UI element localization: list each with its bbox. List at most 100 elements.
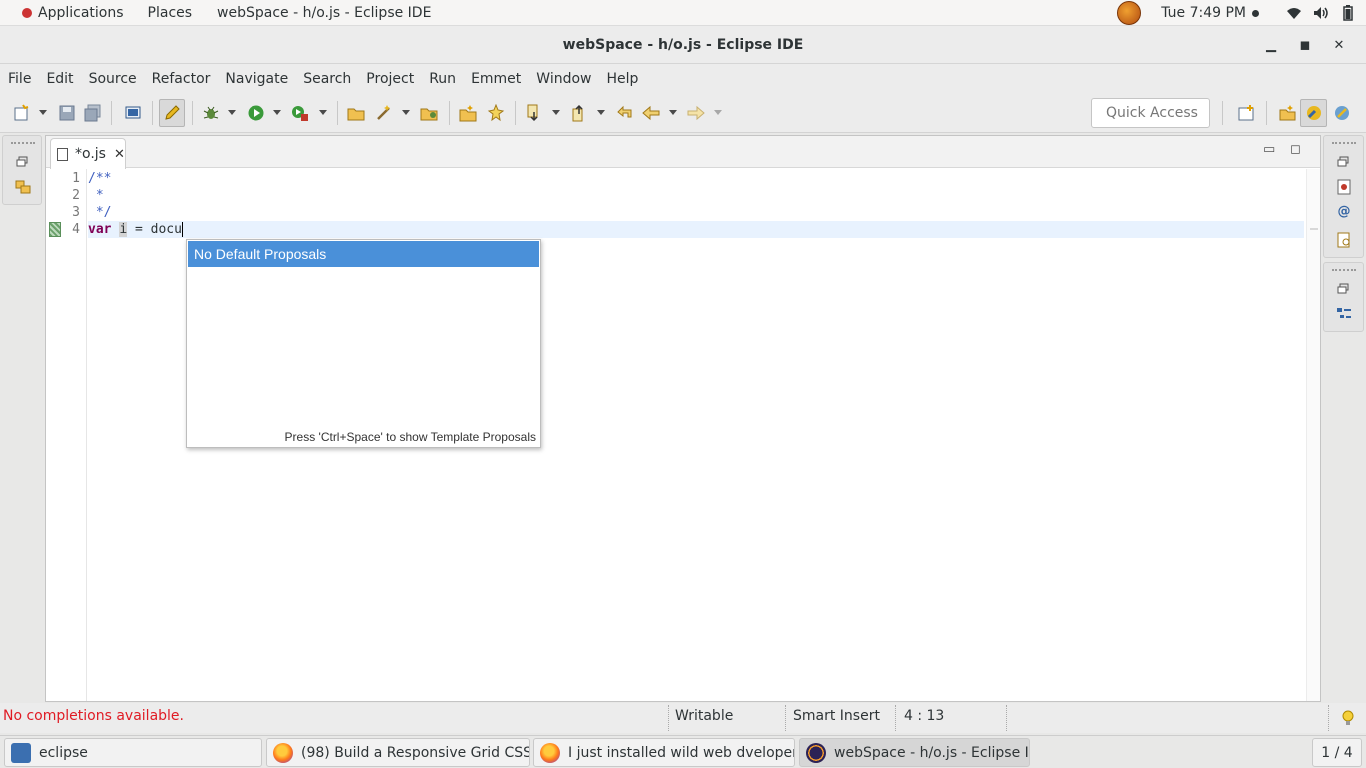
- menu-help[interactable]: Help: [607, 71, 639, 87]
- menu-project[interactable]: Project: [366, 71, 414, 87]
- save-all-icon[interactable]: [84, 104, 102, 122]
- insert-mode-status[interactable]: Smart Insert: [793, 708, 880, 724]
- battery-icon[interactable]: [1339, 5, 1357, 21]
- menu-file[interactable]: File: [8, 71, 31, 87]
- last-edit-icon[interactable]: [616, 104, 634, 122]
- right-trim-stack-bottom: [1323, 262, 1364, 332]
- next-annotation-dropdown-icon[interactable]: [552, 110, 560, 115]
- code-line-1[interactable]: /**: [88, 170, 111, 187]
- wifi-icon[interactable]: [1285, 5, 1303, 21]
- status-bar: No completions available. Writable Smart…: [0, 703, 1366, 733]
- places-menu[interactable]: Places: [148, 5, 193, 21]
- overview-ruler[interactable]: [1306, 169, 1320, 701]
- open-console-icon[interactable]: [124, 104, 142, 122]
- line-number: 2: [72, 188, 80, 203]
- clock[interactable]: Tue 7:49 PM: [1161, 5, 1246, 21]
- back-icon[interactable]: [642, 104, 660, 122]
- menu-window[interactable]: Window: [536, 71, 591, 87]
- code-line-4[interactable]: var i = docu: [88, 221, 183, 238]
- text-caret: [181, 222, 183, 237]
- tray-app-icon[interactable]: [1117, 1, 1142, 25]
- task-label: I just installed wild web dveloper in ..…: [568, 744, 795, 761]
- open-perspective-icon[interactable]: [1237, 104, 1255, 122]
- debug-icon[interactable]: [202, 104, 220, 122]
- volume-icon[interactable]: [1312, 5, 1330, 21]
- run-dropdown-icon[interactable]: [273, 110, 281, 115]
- line-number: 3: [72, 205, 80, 220]
- quick-access-input[interactable]: Quick Access: [1091, 98, 1210, 128]
- code-text: = docu: [127, 222, 182, 237]
- prev-annotation-dropdown-icon[interactable]: [597, 110, 605, 115]
- task-label: (98) Build a Responsive Grid CSS W...: [301, 744, 530, 761]
- wand-dropdown-icon[interactable]: [402, 110, 410, 115]
- open-project-icon[interactable]: [420, 104, 438, 122]
- maximize-editor-icon[interactable]: ◻: [1290, 142, 1301, 157]
- code-line-2[interactable]: *: [88, 187, 104, 204]
- menu-source[interactable]: Source: [89, 71, 137, 87]
- task-eclipse[interactable]: eclipse: [4, 738, 262, 767]
- menu-run[interactable]: Run: [429, 71, 456, 87]
- code-line-3[interactable]: */: [88, 204, 112, 221]
- active-app-menu[interactable]: webSpace - h/o.js - Eclipse IDE: [217, 5, 431, 21]
- open-folder-icon[interactable]: [347, 104, 365, 122]
- external-tools-icon[interactable]: [291, 104, 309, 122]
- restore-icon[interactable]: [15, 154, 31, 170]
- project-explorer-icon[interactable]: [15, 179, 31, 195]
- overview-marker[interactable]: [1310, 228, 1318, 230]
- back-dropdown-icon[interactable]: [669, 110, 677, 115]
- lightbulb-icon[interactable]: [1342, 710, 1354, 726]
- menu-edit[interactable]: Edit: [46, 71, 73, 87]
- external-tools-dropdown-icon[interactable]: [319, 110, 327, 115]
- workspace-switcher[interactable]: 1 / 4: [1312, 738, 1362, 767]
- template-proposals-hint[interactable]: Press 'Ctrl+Space' to show Template Prop…: [285, 430, 536, 444]
- tab-label: *o.js: [75, 146, 106, 162]
- applications-menu[interactable]: Applications: [12, 5, 124, 21]
- outline-icon[interactable]: [1336, 306, 1352, 322]
- restore-icon[interactable]: [1336, 281, 1352, 297]
- javadoc-icon[interactable]: @: [1336, 204, 1352, 220]
- menu-emmet[interactable]: Emmet: [471, 71, 521, 87]
- minimize-icon[interactable]: ▁: [1254, 38, 1288, 53]
- menu-navigate[interactable]: Navigate: [225, 71, 288, 87]
- forward-dropdown-icon[interactable]: [714, 110, 722, 115]
- debug-dropdown-icon[interactable]: [228, 110, 236, 115]
- editor-tab-bar: *o.js ✕ ▭ ◻: [46, 136, 1320, 169]
- content-assist-popup: No Default Proposals Press 'Ctrl+Space' …: [186, 239, 541, 448]
- close-icon[interactable]: ✕: [1322, 38, 1356, 53]
- minimize-editor-icon[interactable]: ▭: [1263, 142, 1275, 157]
- task-firefox-grid[interactable]: (98) Build a Responsive Grid CSS W...: [266, 738, 530, 767]
- wand-icon[interactable]: [375, 104, 393, 122]
- task-eclipse-ide[interactable]: webSpace - h/o.js - Eclipse IDE: [799, 738, 1030, 767]
- window-title-bar[interactable]: webSpace - h/o.js - Eclipse IDE ▁ ◼ ✕: [0, 26, 1366, 64]
- menu-search[interactable]: Search: [303, 71, 351, 87]
- tab-close-icon[interactable]: ✕: [114, 147, 125, 162]
- menu-bar: File Edit Source Refactor Navigate Searc…: [0, 64, 1366, 93]
- next-annotation-icon[interactable]: [525, 104, 543, 122]
- maximize-icon[interactable]: ◼: [1288, 38, 1322, 53]
- places-label: Places: [147, 4, 193, 21]
- forward-icon[interactable]: [687, 104, 705, 122]
- open-type-icon[interactable]: [459, 104, 477, 122]
- javascript-perspective-icon[interactable]: [1333, 104, 1351, 122]
- eclipse-icon: [806, 742, 826, 763]
- open-resource-icon[interactable]: [487, 104, 505, 122]
- terminal-icon: [11, 742, 31, 763]
- declaration-icon[interactable]: [1336, 232, 1352, 248]
- prev-annotation-icon[interactable]: [570, 104, 588, 122]
- line-number-ruler[interactable]: [46, 169, 88, 701]
- save-icon[interactable]: [58, 104, 76, 122]
- new-dropdown-icon[interactable]: [39, 110, 47, 115]
- task-firefox-wild-web[interactable]: I just installed wild web dveloper in ..…: [533, 738, 795, 767]
- restore-icon[interactable]: [1336, 154, 1352, 170]
- perspective-resource-icon[interactable]: [1278, 104, 1296, 122]
- problems-icon[interactable]: [1336, 179, 1352, 195]
- editor-tab[interactable]: *o.js ✕: [50, 138, 126, 169]
- variable-name: i: [119, 222, 128, 237]
- menu-refactor[interactable]: Refactor: [152, 71, 211, 87]
- task-label: eclipse: [39, 744, 88, 761]
- new-icon[interactable]: [13, 104, 31, 122]
- proposal-item[interactable]: No Default Proposals: [188, 241, 539, 267]
- cursor-position[interactable]: 4 : 13: [904, 708, 944, 724]
- notification-dot-icon: [1252, 9, 1259, 17]
- run-icon[interactable]: [247, 104, 265, 122]
